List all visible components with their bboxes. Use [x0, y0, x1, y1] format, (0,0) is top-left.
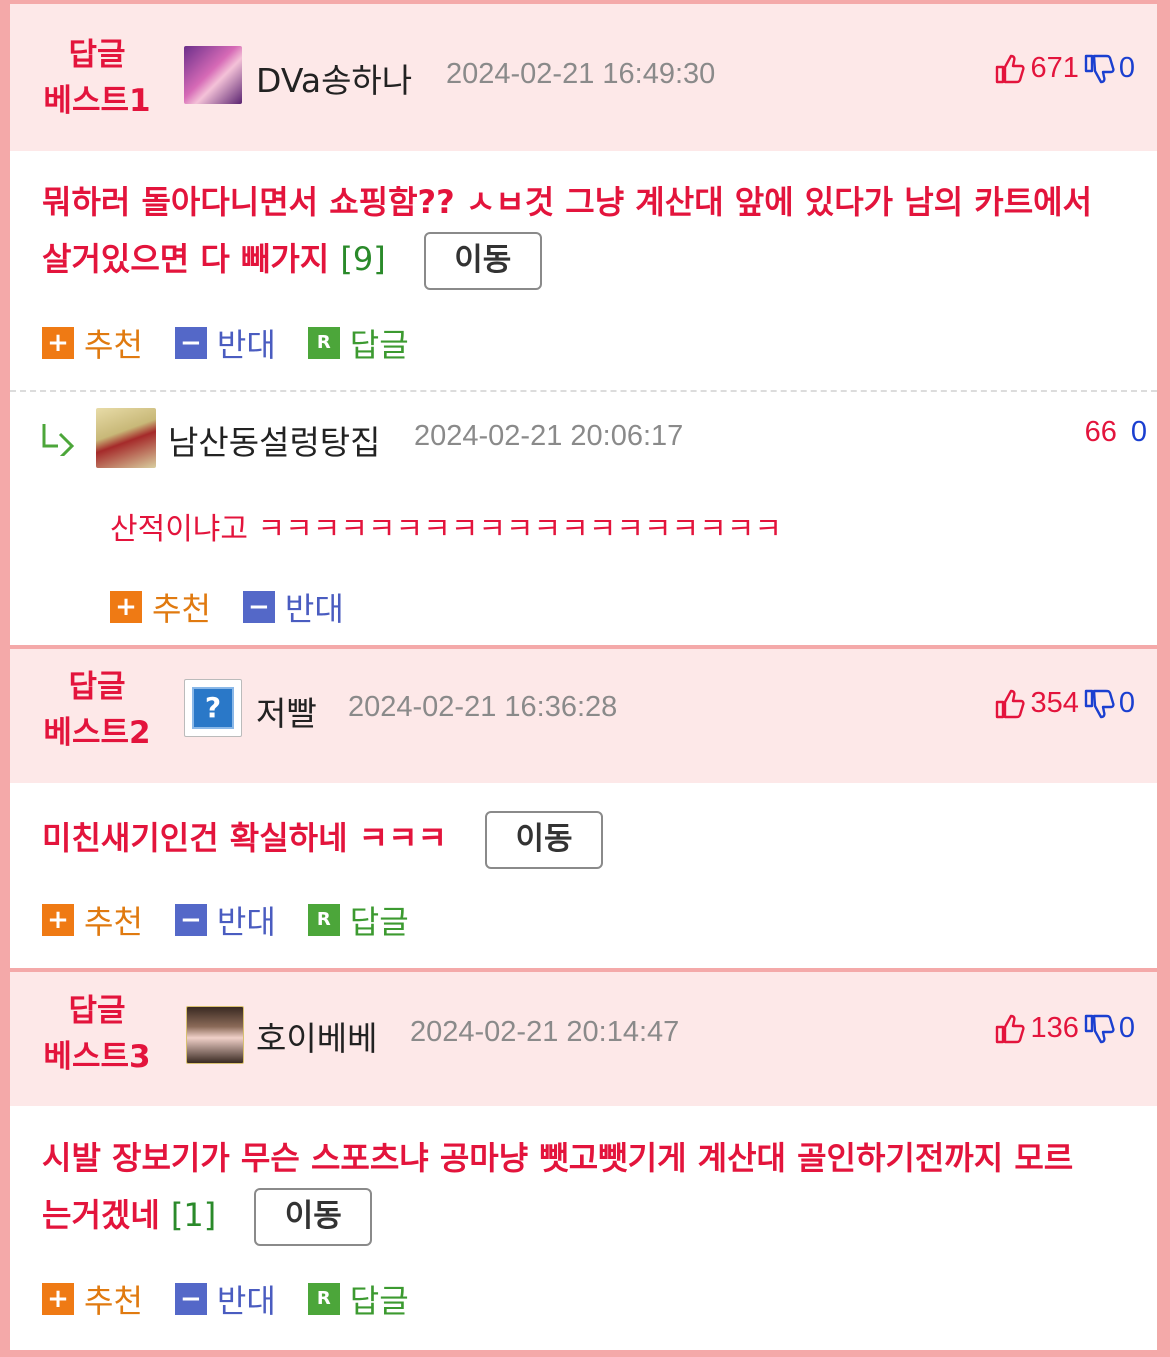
down-count: 0: [1118, 687, 1135, 719]
thumbs-up-icon[interactable]: [994, 53, 1026, 85]
user-nickname[interactable]: DVa송하나: [256, 54, 412, 102]
vote-counts: 671 0: [994, 52, 1135, 85]
user-nickname[interactable]: 남산동설렁탕집: [168, 416, 381, 464]
vote-counts: 136 0: [994, 1012, 1135, 1045]
oppose-button[interactable]: − 반대: [174, 1276, 276, 1322]
avatar[interactable]: [184, 46, 242, 104]
comment-date: 2024-02-21 20:06:17: [414, 420, 684, 452]
minus-icon: −: [174, 904, 207, 936]
avatar[interactable]: ?: [184, 679, 242, 737]
minus-icon: −: [174, 1283, 207, 1315]
avatar[interactable]: [96, 408, 156, 468]
best-comment-header: 답글 베스트2 ? 저빨 2024-02-21 16:36:28 354 0: [10, 649, 1157, 783]
reply-count[interactable]: [9]: [340, 240, 385, 278]
vote-counts: 66 0: [1085, 416, 1147, 449]
recommend-button[interactable]: + 추천: [42, 1276, 143, 1322]
plus-icon: +: [110, 591, 142, 623]
comment-text: 뭐하러 돌아다니면서 쇼핑함?? ㅅㅂ것 그냥 계산대 앞에 있다가 남의 카트…: [42, 174, 1149, 290]
up-count: 136: [1030, 1012, 1079, 1044]
comment-list: 답글 베스트1 DVa송하나 2024-02-21 16:49:30 671 0…: [10, 4, 1157, 1350]
reply-button[interactable]: R 답글: [307, 897, 409, 943]
question-icon: ?: [192, 687, 234, 729]
move-button[interactable]: 이동: [423, 232, 542, 290]
comment-date: 2024-02-21 16:36:28: [348, 691, 618, 723]
minus-icon: −: [174, 327, 207, 359]
dashed-separator: [10, 390, 1157, 392]
comment-text: 미친새기인건 확실하네 ㅋㅋㅋ 이동: [42, 810, 1149, 869]
comment-actions: + 추천 − 반대 R 답글: [42, 897, 409, 943]
down-count: 0: [1118, 1012, 1135, 1044]
thumbs-down-icon[interactable]: [1083, 53, 1115, 85]
comment-actions: + 추천 − 반대 R 답글: [42, 1276, 409, 1322]
best-comment-header: 답글 베스트3 호이베베 2024-02-21 20:14:47 136 0: [10, 972, 1157, 1106]
best-label: 답글 베스트2: [43, 669, 151, 751]
reply-button[interactable]: R 답글: [307, 1276, 409, 1322]
comment-date: 2024-02-21 20:14:47: [410, 1016, 680, 1048]
recommend-button[interactable]: + 추천: [42, 897, 143, 943]
recommend-button[interactable]: + 추천: [110, 584, 211, 630]
thumbs-up-icon[interactable]: [994, 1013, 1026, 1045]
down-count: 0: [1118, 52, 1135, 84]
recommend-button[interactable]: + 추천: [42, 320, 143, 366]
reply-button[interactable]: R 답글: [307, 320, 409, 366]
oppose-button[interactable]: − 반대: [174, 897, 276, 943]
reply-arrow-icon: [42, 424, 75, 456]
comment-date: 2024-02-21 16:49:30: [446, 58, 716, 90]
up-count: 671: [1030, 52, 1079, 84]
reply-count[interactable]: [1]: [171, 1196, 216, 1234]
avatar[interactable]: [186, 1006, 244, 1064]
thumbs-down-icon[interactable]: [1083, 1013, 1115, 1045]
vote-counts: 354 0: [994, 687, 1135, 720]
minus-icon: −: [242, 591, 275, 623]
reply-text: 산적이냐고 ㅋㅋㅋㅋㅋㅋㅋㅋㅋㅋㅋㅋㅋㅋㅋㅋㅋㅋㅋ: [110, 512, 782, 547]
reply-icon: R: [307, 327, 340, 359]
comment-text: 시발 장보기가 무슨 스포츠냐 공마냥 뺏고뺏기게 계산대 골인하기전까지 모르…: [42, 1130, 1149, 1246]
up-count[interactable]: 66: [1085, 416, 1117, 449]
reply-actions: + 추천 − 반대: [110, 584, 344, 630]
user-nickname[interactable]: 호이베베: [256, 1012, 377, 1060]
plus-icon: +: [42, 904, 74, 936]
oppose-button[interactable]: − 반대: [242, 584, 344, 630]
thumbs-down-icon[interactable]: [1083, 688, 1115, 720]
comment-actions: + 추천 − 반대 R 답글: [42, 320, 409, 366]
plus-icon: +: [42, 327, 74, 359]
reply-icon: R: [307, 904, 340, 936]
down-count[interactable]: 0: [1131, 416, 1147, 449]
best-label: 답글 베스트1: [43, 37, 151, 119]
user-nickname[interactable]: 저빨: [256, 687, 317, 735]
reply-icon: R: [307, 1283, 340, 1315]
plus-icon: +: [42, 1283, 74, 1315]
move-button[interactable]: 이동: [485, 811, 604, 869]
up-count: 354: [1030, 687, 1079, 719]
thumbs-up-icon[interactable]: [994, 688, 1026, 720]
best-comment-header: 답글 베스트1 DVa송하나 2024-02-21 16:49:30 671 0: [10, 4, 1157, 151]
oppose-button[interactable]: − 반대: [174, 320, 276, 366]
best-label: 답글 베스트3: [43, 993, 151, 1075]
move-button[interactable]: 이동: [254, 1188, 373, 1246]
